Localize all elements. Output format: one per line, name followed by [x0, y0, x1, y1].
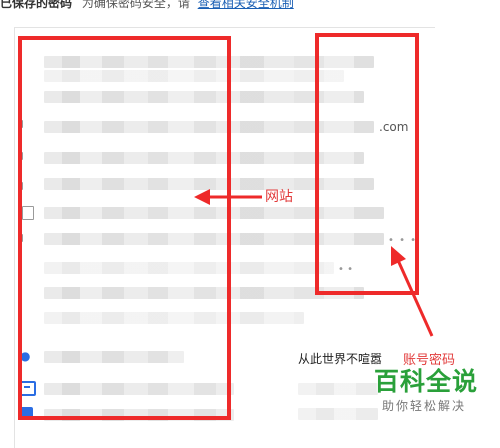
- security-link[interactable]: 查看相关安全机制: [198, 0, 294, 10]
- blurred-row: [298, 383, 378, 395]
- site-highlight-frame: [18, 36, 231, 420]
- page-subtitle: 为确保密码安全，请: [81, 0, 190, 10]
- page-title: 已保存的密码: [0, 0, 73, 10]
- visible-password: 从此世界不喧嚣: [298, 352, 383, 366]
- page-header: 已保存的密码 为确保密码安全，请 查看相关安全机制: [0, 0, 500, 14]
- watermark-tagline: 助你轻松解决: [382, 399, 467, 413]
- annotation-site-label: 网站: [265, 189, 293, 205]
- watermark-logo: 百科全说: [374, 367, 479, 396]
- blurred-row: [298, 408, 378, 420]
- account-highlight-frame: [315, 33, 419, 295]
